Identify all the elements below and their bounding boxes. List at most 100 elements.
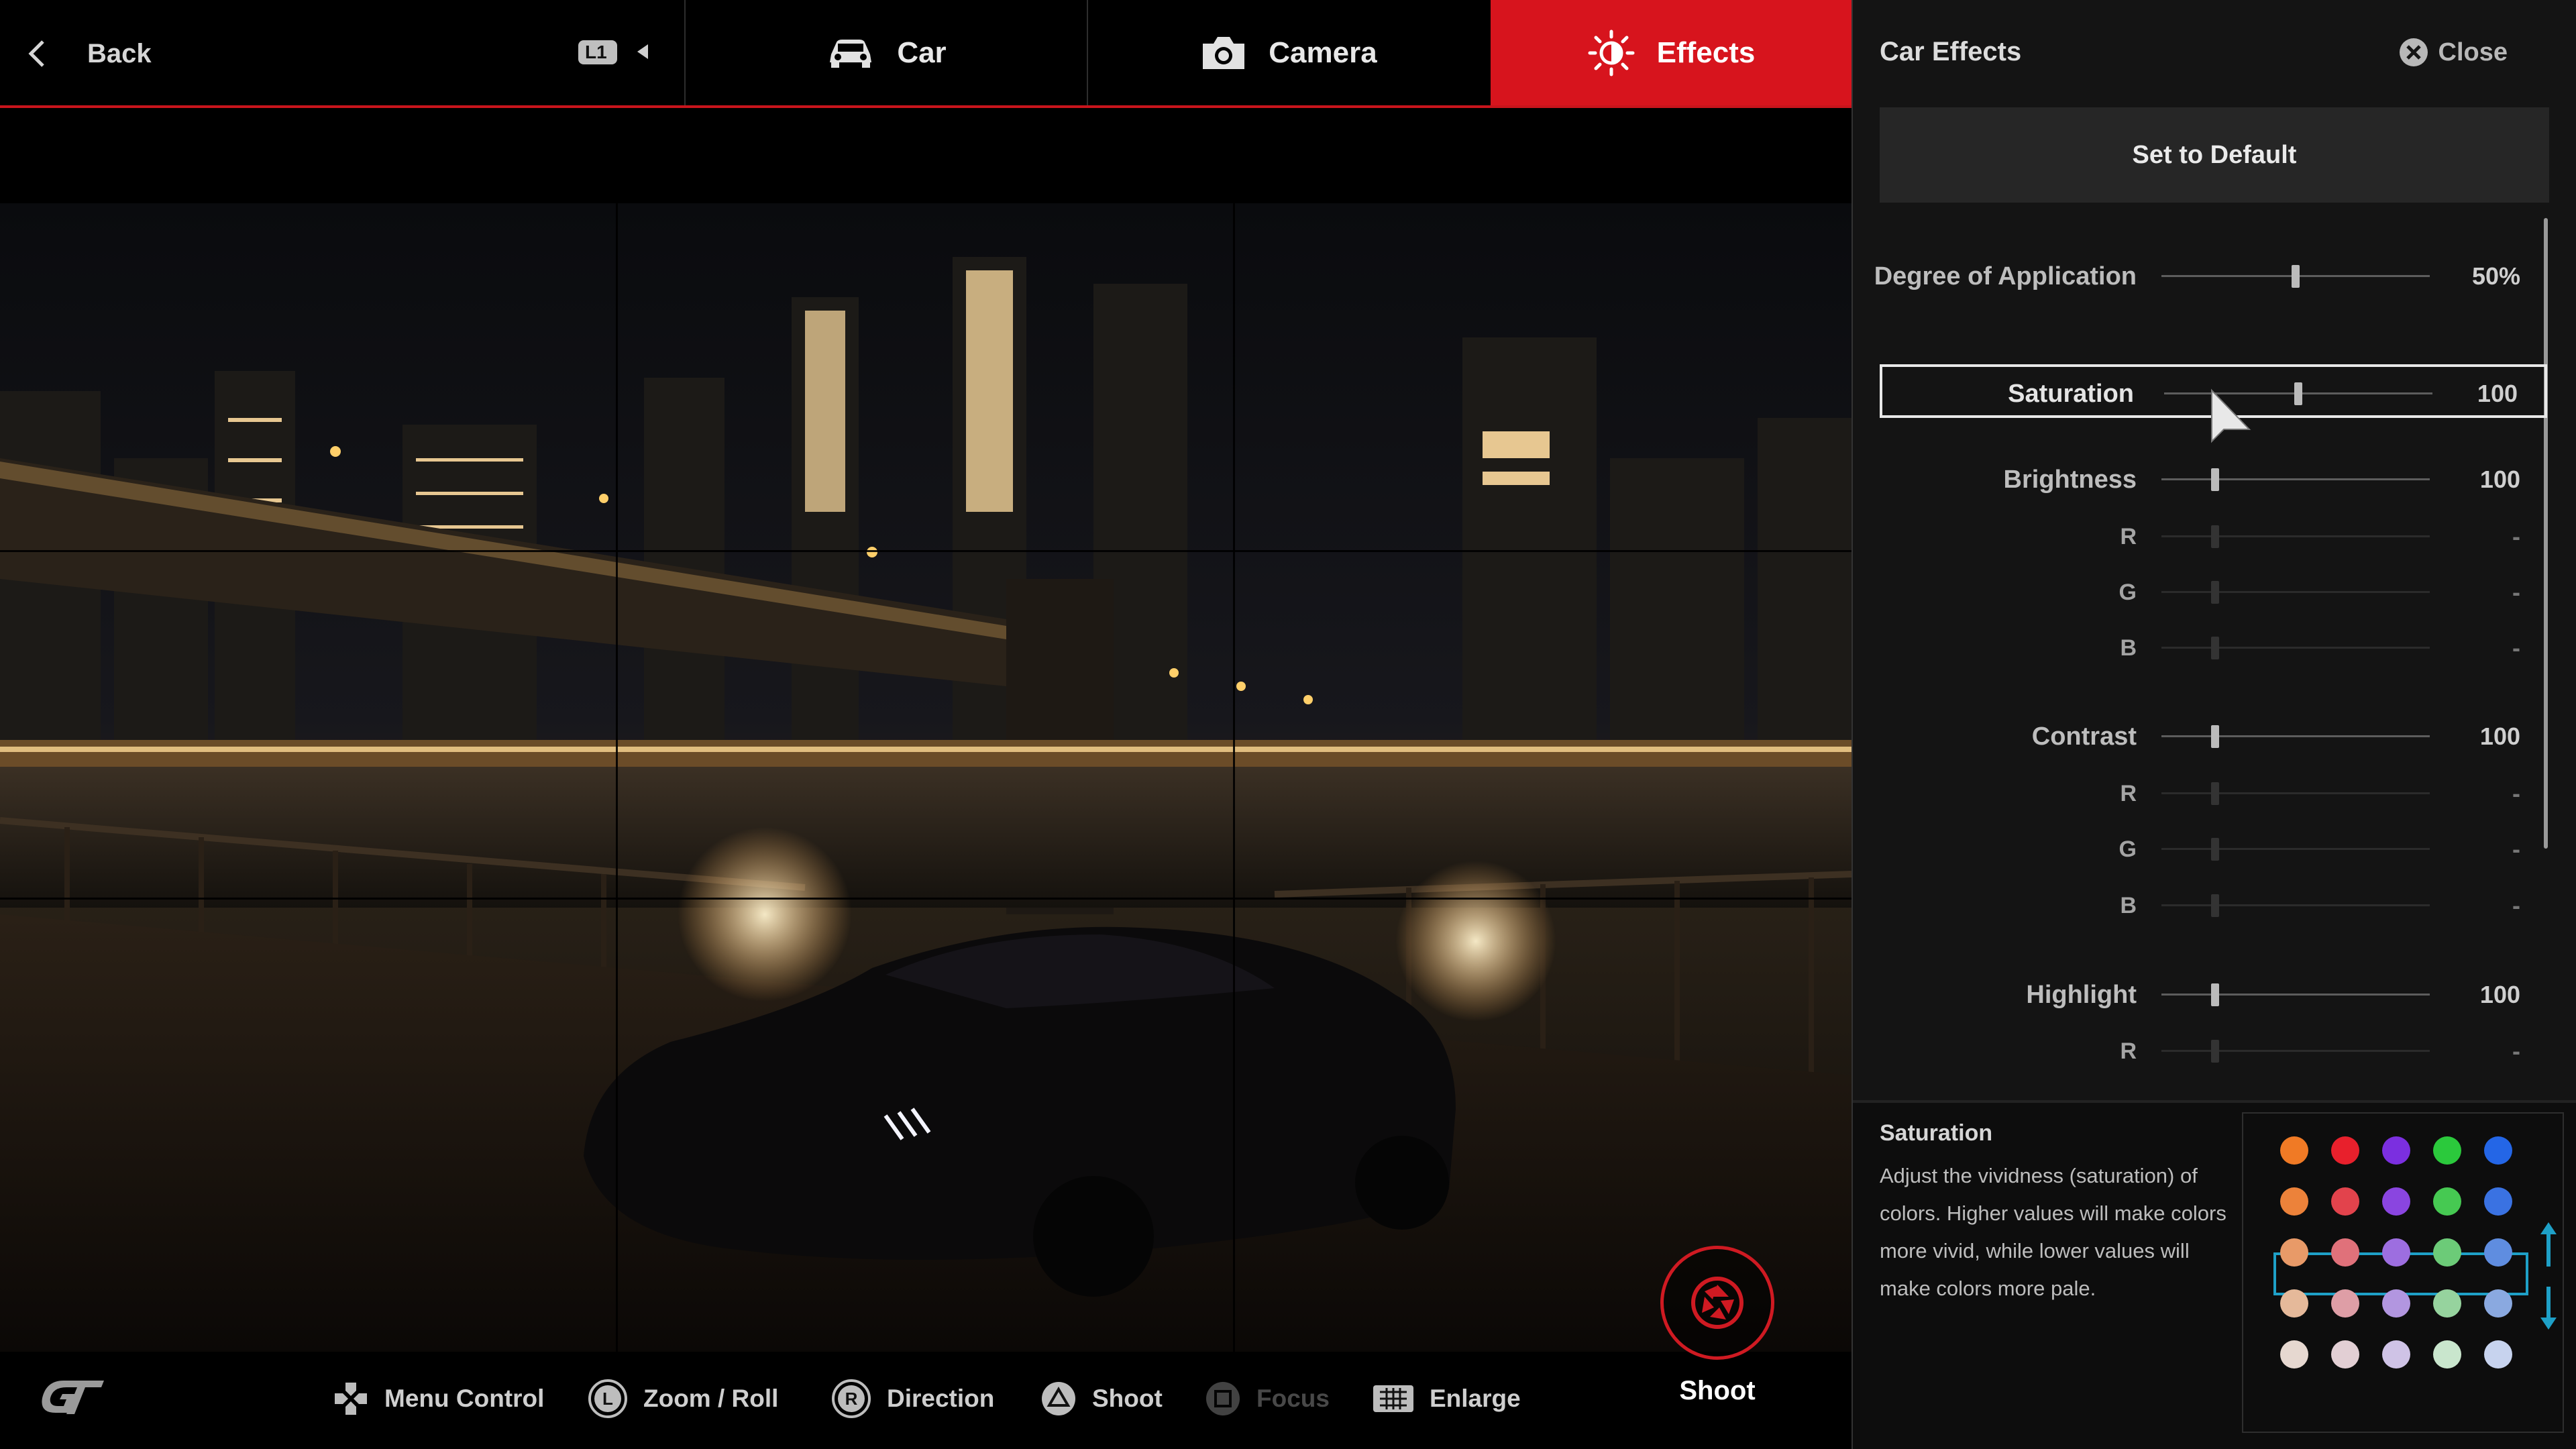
color-swatch[interactable] bbox=[2433, 1136, 2461, 1165]
palette-row bbox=[2280, 1338, 2535, 1371]
color-swatch[interactable] bbox=[2382, 1340, 2410, 1368]
l1-button-hint: L1 bbox=[577, 36, 653, 67]
color-swatch[interactable] bbox=[2280, 1136, 2308, 1165]
slider-knob[interactable] bbox=[2292, 265, 2300, 288]
hint-label: Zoom / Roll bbox=[643, 1385, 779, 1412]
slider-knob[interactable] bbox=[2211, 983, 2219, 1006]
l1-label: L1 bbox=[585, 42, 607, 62]
slider-row-highlight[interactable]: Highlight 100 bbox=[1880, 968, 2547, 1022]
up-down-arrows-icon bbox=[2540, 1222, 2557, 1330]
slider-track[interactable] bbox=[2164, 382, 2432, 405]
color-swatch[interactable] bbox=[2484, 1340, 2512, 1368]
slider-value: - bbox=[2512, 780, 2520, 807]
slider-label: Saturation bbox=[2008, 380, 2134, 408]
slider-row-r[interactable]: R- bbox=[1880, 767, 2547, 820]
slider-track[interactable] bbox=[2161, 1040, 2430, 1063]
tab-effects[interactable]: Effects bbox=[1491, 0, 1851, 105]
tab-car[interactable]: Car bbox=[686, 0, 1087, 105]
color-swatch[interactable] bbox=[2331, 1136, 2359, 1165]
photo-scene[interactable] bbox=[0, 203, 1851, 1352]
color-swatch[interactable] bbox=[2484, 1238, 2512, 1267]
color-swatch[interactable] bbox=[2382, 1187, 2410, 1216]
color-swatch[interactable] bbox=[2382, 1238, 2410, 1267]
tab-car-label: Car bbox=[897, 36, 947, 69]
slider-row-b[interactable]: B- bbox=[1880, 621, 2547, 675]
slider-knob[interactable] bbox=[2211, 581, 2219, 604]
tab-camera[interactable]: Camera bbox=[1088, 0, 1489, 105]
slider-value: 100 bbox=[2477, 380, 2518, 407]
slider-knob[interactable] bbox=[2211, 894, 2219, 917]
slider-track[interactable] bbox=[2161, 838, 2430, 861]
color-swatch[interactable] bbox=[2331, 1238, 2359, 1267]
car-icon bbox=[830, 39, 872, 68]
slider-track[interactable] bbox=[2161, 894, 2430, 917]
color-palette[interactable] bbox=[2242, 1112, 2564, 1433]
slider-row-r[interactable]: R- bbox=[1880, 510, 2547, 564]
color-swatch[interactable] bbox=[2433, 1238, 2461, 1267]
color-swatch[interactable] bbox=[2331, 1340, 2359, 1368]
night-city-car-photo bbox=[0, 203, 1851, 1352]
color-swatch[interactable] bbox=[2331, 1187, 2359, 1216]
color-swatch[interactable] bbox=[2331, 1289, 2359, 1318]
color-swatch[interactable] bbox=[2433, 1340, 2461, 1368]
slider-track[interactable] bbox=[2161, 782, 2430, 805]
slider-track[interactable] bbox=[2161, 265, 2430, 288]
help-text: Adjust the vividness (saturation) of col… bbox=[1880, 1164, 2226, 1300]
slider-track[interactable] bbox=[2161, 725, 2430, 748]
car-effects-panel: Car Effects Close Set to Default Degree … bbox=[1851, 0, 2576, 1449]
color-swatch[interactable] bbox=[2280, 1340, 2308, 1368]
shoot-button[interactable] bbox=[1660, 1246, 1774, 1360]
slider-value: 50% bbox=[2471, 262, 2520, 290]
color-swatch[interactable] bbox=[2433, 1187, 2461, 1216]
grid-line-horizontal bbox=[0, 898, 1851, 900]
svg-text:R: R bbox=[845, 1389, 858, 1409]
color-swatch[interactable] bbox=[2484, 1187, 2512, 1216]
color-swatch[interactable] bbox=[2382, 1289, 2410, 1318]
slider-row-contrast[interactable]: Contrast 100 bbox=[1880, 710, 2547, 763]
shoot-label: Shoot bbox=[1679, 1376, 1756, 1405]
set-to-default-button[interactable]: Set to Default bbox=[1880, 107, 2549, 203]
hint-direction: R Direction bbox=[830, 1379, 994, 1419]
color-swatch[interactable] bbox=[2280, 1187, 2308, 1216]
color-swatch[interactable] bbox=[2280, 1238, 2308, 1267]
slider-knob[interactable] bbox=[2211, 468, 2219, 491]
color-swatch[interactable] bbox=[2484, 1136, 2512, 1165]
close-button[interactable]: Close bbox=[2398, 37, 2508, 68]
slider-value: - bbox=[2512, 892, 2520, 919]
color-swatch[interactable] bbox=[2382, 1136, 2410, 1165]
slider-knob[interactable] bbox=[2211, 782, 2219, 805]
slider-knob[interactable] bbox=[2211, 725, 2219, 748]
hint-label: Focus bbox=[1256, 1385, 1330, 1412]
slider-value: - bbox=[2512, 634, 2520, 661]
color-swatch[interactable] bbox=[2280, 1289, 2308, 1318]
slider-track[interactable] bbox=[2161, 525, 2430, 548]
gt-logo-icon bbox=[42, 1381, 104, 1414]
slider-knob[interactable] bbox=[2211, 637, 2219, 659]
slider-knob[interactable] bbox=[2294, 382, 2302, 405]
slider-row-b[interactable]: B- bbox=[1880, 879, 2547, 932]
l-stick-icon: L bbox=[588, 1379, 627, 1418]
triangle-left-icon bbox=[637, 44, 648, 59]
panel-title: Car Effects bbox=[1880, 37, 2022, 66]
slider-row-r[interactable]: R- bbox=[1880, 1024, 2547, 1078]
slider-row-g[interactable]: G- bbox=[1880, 822, 2547, 876]
tab-camera-label: Camera bbox=[1269, 36, 1377, 69]
color-swatch[interactable] bbox=[2433, 1289, 2461, 1318]
slider-track[interactable] bbox=[2161, 581, 2430, 604]
back-button[interactable]: Back bbox=[27, 27, 152, 80]
top-bar: Back L1 Car Camera Effects bbox=[0, 0, 1851, 108]
slider-label: R bbox=[2120, 1038, 2137, 1064]
slider-track[interactable] bbox=[2161, 468, 2430, 491]
slider-knob[interactable] bbox=[2211, 1040, 2219, 1063]
set-to-default-label: Set to Default bbox=[2132, 140, 2297, 169]
slider-track[interactable] bbox=[2161, 637, 2430, 659]
slider-row-g[interactable]: G- bbox=[1880, 566, 2547, 619]
slider-label: B bbox=[2120, 893, 2137, 918]
slider-knob[interactable] bbox=[2211, 838, 2219, 861]
color-swatch[interactable] bbox=[2484, 1289, 2512, 1318]
slider-row-degree-of-application[interactable]: Degree of Application 50% bbox=[1874, 250, 2547, 303]
slider-track[interactable] bbox=[2161, 983, 2430, 1006]
slider-knob[interactable] bbox=[2211, 525, 2219, 548]
slider-row-brightness[interactable]: Brightness 100 bbox=[1880, 453, 2547, 506]
square-button-icon bbox=[1206, 1382, 1240, 1415]
